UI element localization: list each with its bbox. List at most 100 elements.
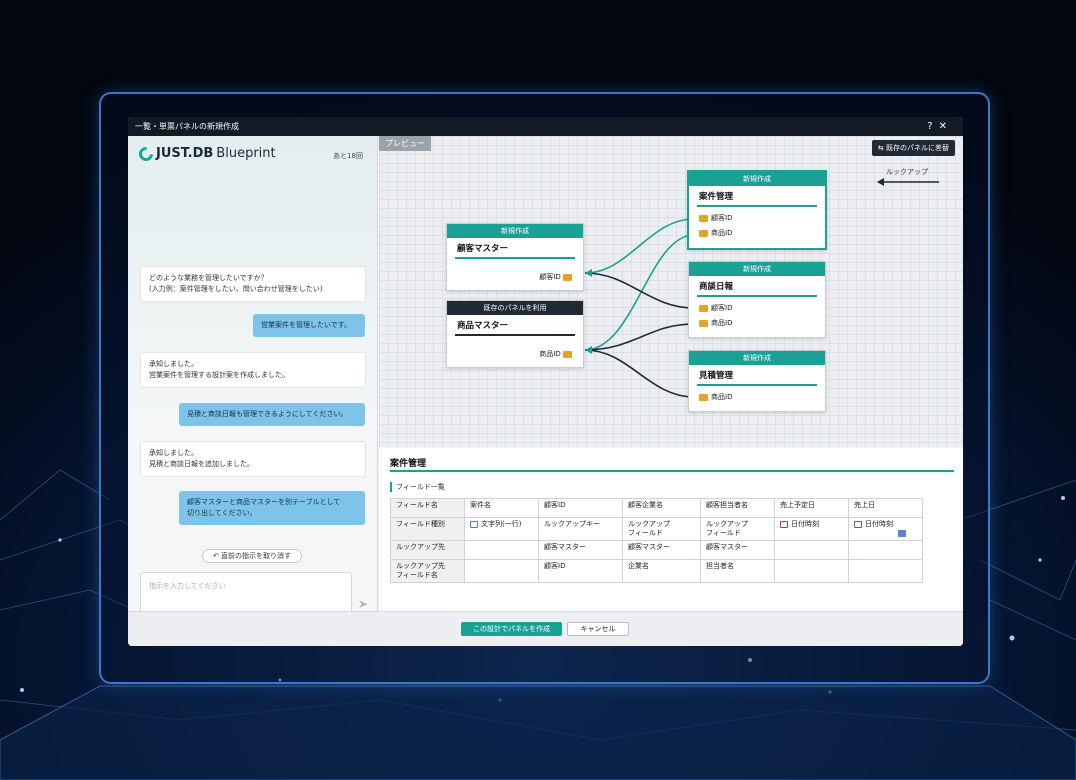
logo-text: JUST.DB xyxy=(156,146,214,161)
user-message: 顧客マスターと商品マスターを別テーブルとして 切り出してください。 xyxy=(179,491,365,525)
card-field: 商品ID xyxy=(689,390,825,405)
swap-panel-button[interactable]: ⇆ 既存のパネルに差替 xyxy=(871,140,955,156)
detail-underline xyxy=(390,470,954,472)
preview-tab: プレビュー xyxy=(379,136,431,151)
lookup-type-icon xyxy=(897,529,906,537)
assistant-message: どのような業務を管理したいですか？ (入力例：案件管理をしたい、問い合わせ管理を… xyxy=(140,266,366,302)
remaining-count: あと18回 xyxy=(333,152,363,160)
card-underline xyxy=(697,384,817,386)
assistant-message: 承知しました。 見積と商談日報を追加しました。 xyxy=(140,441,366,477)
lookup-icon xyxy=(699,319,708,327)
link-deal-product xyxy=(584,234,695,351)
lookup-arrow-icon xyxy=(877,178,939,186)
detail-title: 案件管理 xyxy=(390,459,427,469)
card-underline xyxy=(697,295,817,297)
lookup-icon xyxy=(699,214,708,222)
card-underline xyxy=(455,334,575,336)
card-deal-management[interactable]: 新規作成 案件管理 顧客ID 商品ID xyxy=(687,170,827,250)
cancel-button[interactable]: キャンセル xyxy=(567,622,629,636)
user-message: 営業案件を管理したいです。 xyxy=(253,314,365,337)
table-cell[interactable]: 企業名 xyxy=(622,559,701,583)
link-deal-customer xyxy=(584,218,695,274)
table-cell[interactable] xyxy=(848,540,923,560)
table-cell[interactable]: 顧客マスター xyxy=(538,540,623,560)
card-title: 商談日報 xyxy=(699,282,734,292)
table-cell[interactable]: 顧客企業名 xyxy=(622,498,701,518)
undo-button[interactable]: ↶ 直前の指示を取り消す xyxy=(202,549,302,563)
card-header: 既存のパネルを利用 xyxy=(447,301,583,315)
table-cell[interactable]: 顧客マスター xyxy=(700,540,775,560)
instruction-input[interactable]: 指示を入力してください xyxy=(140,572,352,616)
arrow-product xyxy=(585,346,592,354)
dialog-footer: この設計でパネルを作成 キャンセル xyxy=(128,611,963,646)
relation-links xyxy=(584,215,695,401)
card-product-master[interactable]: 既存のパネルを利用 商品マスター 商品ID xyxy=(446,300,584,368)
key-icon xyxy=(563,273,572,281)
table-cell[interactable]: 案件名 xyxy=(464,498,539,518)
table-cell[interactable]: 文字列(一行) xyxy=(464,517,539,541)
field-detail-panel: 案件管理 フィールド一覧 フィールド名 案件名 顧客ID 顧客企業名 顧客担当者名 売上予… xyxy=(379,448,963,611)
table-cell[interactable]: 日付時刻 xyxy=(774,517,849,541)
table-cell: ルックアップ先 フィールド名 xyxy=(390,559,465,583)
link-report-customer xyxy=(584,272,695,309)
table-cell: フィールド名 xyxy=(390,498,465,518)
key-icon xyxy=(563,350,572,358)
card-title: 商品マスター xyxy=(457,321,509,331)
close-icon[interactable]: ✕ xyxy=(939,121,953,132)
swap-label: 既存のパネルに差替 xyxy=(886,144,949,152)
table-cell[interactable]: 売上日 xyxy=(848,498,923,518)
table-cell[interactable] xyxy=(464,540,539,560)
input-placeholder: 指示を入力してください xyxy=(149,582,226,590)
user-message: 見積と商談日報も管理できるようにしてください。 xyxy=(179,403,365,426)
table-cell[interactable]: ルックアップキー xyxy=(538,517,906,541)
link-quote-product xyxy=(584,349,695,398)
table-row: フィールド種別 文字列(一行) ルックアップキー ルックアップ フィールド ルックアップ… xyxy=(390,517,923,541)
card-header: 新規作成 xyxy=(689,172,825,186)
lookup-legend: ルックアップ xyxy=(886,168,928,176)
card-field: 商品ID xyxy=(447,347,583,362)
card-underline xyxy=(455,257,575,259)
table-row: フィールド名 案件名 顧客ID 顧客企業名 顧客担当者名 売上予定日 売上日 xyxy=(390,498,923,518)
create-panel-button[interactable]: この設計でパネルを作成 xyxy=(461,622,562,636)
table-cell: フィールド種別 xyxy=(390,517,465,541)
card-quote-management[interactable]: 新規作成 見積管理 商品ID xyxy=(688,350,826,412)
card-field: 商品ID xyxy=(689,226,825,241)
card-header: 新規作成 xyxy=(689,351,825,365)
table-cell[interactable] xyxy=(774,559,849,583)
card-field: 顧客ID xyxy=(689,301,825,316)
table-cell[interactable]: 顧客ID xyxy=(538,559,623,583)
table-cell[interactable]: 日付時刻 xyxy=(848,517,923,541)
datetime-type-icon xyxy=(854,520,862,528)
logo-mark-icon xyxy=(136,143,156,164)
table-cell[interactable]: 売上予定日 xyxy=(774,498,849,518)
arrow-customer xyxy=(585,269,592,277)
logo-sub: Blueprint xyxy=(216,146,276,161)
table-cell[interactable]: ルックアップ フィールド xyxy=(700,517,906,541)
help-icon[interactable]: ? xyxy=(927,121,938,132)
card-title: 見積管理 xyxy=(699,371,734,381)
table-row: ルックアップ先 顧客マスター 顧客マスター 顧客マスター xyxy=(390,540,923,560)
lookup-icon xyxy=(699,393,708,401)
table-cell[interactable]: 顧客マスター xyxy=(622,540,701,560)
table-cell[interactable] xyxy=(464,559,539,583)
titlebar: 一覧・単票パネルの新規作成 ?✕ xyxy=(128,117,963,136)
table-cell[interactable]: 顧客担当者名 xyxy=(700,498,775,518)
card-customer-master[interactable]: 新規作成 顧客マスター 顧客ID xyxy=(446,223,584,291)
card-field: 顧客ID xyxy=(689,211,825,226)
datetime-type-icon xyxy=(780,520,788,528)
card-title: 案件管理 xyxy=(699,192,734,202)
table-cell[interactable]: ルックアップ フィールド xyxy=(622,517,906,541)
field-list-label: フィールド一覧 xyxy=(390,482,445,492)
table-cell[interactable]: 担当者名 xyxy=(700,559,775,583)
send-icon[interactable]: ➤ xyxy=(358,597,368,611)
design-area: プレビュー ⇆ 既存のパネルに差替 ルックアップ 新規作成 顧客マスター 顧客I… xyxy=(379,136,963,611)
table-cell[interactable]: 顧客ID xyxy=(538,498,623,518)
table-cell: ルックアップ先 xyxy=(390,540,465,560)
card-underline xyxy=(697,205,817,207)
card-field: 顧客ID xyxy=(447,270,583,285)
card-deal-report[interactable]: 新規作成 商談日報 顧客ID 商品ID xyxy=(688,261,826,338)
table-cell[interactable] xyxy=(774,540,849,560)
card-field: 商品ID xyxy=(689,316,825,331)
table-cell[interactable] xyxy=(848,559,923,583)
assistant-message: 承知しました。 営業案件を管理する設計案を作成しました。 xyxy=(140,352,366,388)
